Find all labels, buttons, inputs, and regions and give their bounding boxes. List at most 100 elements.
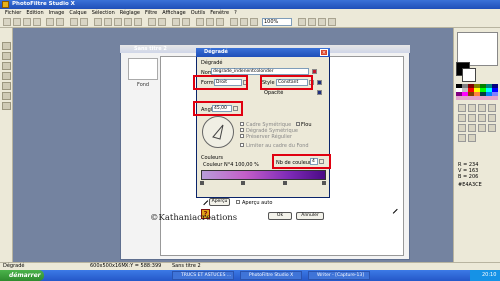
menu-item[interactable]: Calque bbox=[69, 9, 86, 17]
redo-icon[interactable] bbox=[56, 18, 64, 26]
annuler-button[interactable]: Annuler bbox=[296, 212, 324, 220]
paste-icon[interactable] bbox=[80, 18, 88, 26]
opt3-label: Préserver Régulier bbox=[246, 134, 292, 140]
hand-tool-icon[interactable] bbox=[468, 104, 476, 112]
menu-item[interactable]: Réglage bbox=[120, 9, 140, 17]
color-stop-4[interactable] bbox=[322, 181, 326, 185]
flip-icon[interactable] bbox=[182, 18, 190, 26]
grid-icon[interactable] bbox=[230, 18, 238, 26]
task-writer[interactable]: Writer - [Capture-13] bbox=[308, 271, 370, 280]
ruler-icon[interactable] bbox=[240, 18, 248, 26]
layer-label: Fond bbox=[137, 82, 150, 88]
copy-icon[interactable] bbox=[70, 18, 78, 26]
filter-icon[interactable] bbox=[94, 18, 102, 26]
opacite-label: Opacité bbox=[264, 90, 284, 96]
saturation-icon[interactable] bbox=[134, 18, 142, 26]
watermark: ©Kathaniacreations bbox=[150, 213, 238, 223]
fill-tool-icon[interactable] bbox=[468, 114, 476, 122]
fit-icon[interactable] bbox=[216, 18, 224, 26]
smudge-tool-icon[interactable] bbox=[468, 124, 476, 132]
gradient-tool-icon[interactable] bbox=[458, 134, 466, 142]
window-icon[interactable] bbox=[318, 18, 326, 26]
apercu-auto-label: Aperçu auto bbox=[242, 200, 273, 206]
nom-input[interactable]: degrade_indenentcolonder bbox=[211, 68, 309, 75]
magnify-icon[interactable] bbox=[250, 18, 258, 26]
pointer-tool-icon[interactable] bbox=[458, 104, 466, 112]
zoom-in-icon[interactable] bbox=[196, 18, 204, 26]
color-stop-3[interactable] bbox=[283, 181, 287, 185]
tool-icon[interactable] bbox=[2, 42, 11, 50]
help-icon[interactable] bbox=[328, 18, 336, 26]
print-icon[interactable] bbox=[33, 18, 41, 26]
menu-item[interactable]: Sélection bbox=[92, 9, 115, 17]
menu-item[interactable]: Image bbox=[49, 9, 65, 17]
style-swatch-icon[interactable] bbox=[317, 80, 322, 85]
flou-checkbox[interactable] bbox=[296, 122, 300, 126]
spray-tool-icon[interactable] bbox=[478, 114, 486, 122]
group-label: Dégradé bbox=[201, 60, 223, 66]
ok-button[interactable]: Ok bbox=[268, 212, 292, 220]
tool-icon[interactable] bbox=[2, 62, 11, 70]
zoom-select[interactable]: 100% bbox=[262, 18, 292, 26]
opacity-swatch-icon[interactable] bbox=[317, 90, 322, 95]
app-title: PhotoFiltre Studio X bbox=[12, 1, 75, 7]
background-color[interactable] bbox=[462, 68, 476, 82]
flou-label: Flou bbox=[301, 122, 312, 128]
opt3-checkbox[interactable] bbox=[240, 134, 244, 138]
opt1-checkbox[interactable] bbox=[240, 122, 244, 126]
menu-item[interactable]: Affichage bbox=[162, 9, 186, 17]
fullscreen-icon[interactable] bbox=[308, 18, 316, 26]
menu-item[interactable]: Fichier bbox=[5, 9, 21, 17]
rotate-icon[interactable] bbox=[172, 18, 180, 26]
shape-tool-icon[interactable] bbox=[468, 134, 476, 142]
menu-item[interactable]: ? bbox=[234, 9, 237, 17]
apercu-button[interactable]: Aperçu bbox=[209, 198, 230, 206]
tool-icon[interactable] bbox=[2, 82, 11, 90]
actual-size-icon[interactable] bbox=[298, 18, 306, 26]
wand-tool-icon[interactable] bbox=[488, 104, 496, 112]
task-photofiltre[interactable]: PhotoFiltre Studio X bbox=[240, 271, 302, 280]
tool-icon[interactable] bbox=[2, 102, 11, 110]
eraser-tool-icon[interactable] bbox=[488, 124, 496, 132]
color-b: B = 206 bbox=[458, 174, 479, 180]
opt2-checkbox[interactable] bbox=[240, 128, 244, 132]
undo-icon[interactable] bbox=[46, 18, 54, 26]
open-icon[interactable] bbox=[13, 18, 21, 26]
layer-thumbnail[interactable] bbox=[128, 58, 158, 80]
app-title-bar: PhotoFiltre Studio X bbox=[0, 0, 500, 9]
color-palette[interactable] bbox=[456, 84, 498, 100]
save-icon[interactable] bbox=[23, 18, 31, 26]
angle-dial[interactable] bbox=[202, 116, 234, 148]
menu-item[interactable]: Fenêtre bbox=[210, 9, 229, 17]
tool-icon[interactable] bbox=[2, 52, 11, 60]
menu-item[interactable]: Edition bbox=[26, 9, 43, 17]
adjust-icon[interactable] bbox=[104, 18, 112, 26]
opt4-checkbox[interactable] bbox=[240, 143, 244, 147]
line-tool-icon[interactable] bbox=[458, 114, 466, 122]
start-button[interactable]: démarrer bbox=[0, 270, 44, 281]
resize-icon[interactable] bbox=[158, 18, 166, 26]
gradient-bar[interactable] bbox=[201, 170, 326, 180]
menu-item[interactable]: Outils bbox=[191, 9, 205, 17]
tool-icon[interactable] bbox=[2, 92, 11, 100]
contrast-icon[interactable] bbox=[124, 18, 132, 26]
app-icon bbox=[2, 1, 9, 8]
apercu-auto-checkbox[interactable] bbox=[236, 200, 240, 204]
new-icon[interactable] bbox=[3, 18, 11, 26]
document-title: Sans titre 2 bbox=[134, 46, 167, 52]
status-tool: Dégradé bbox=[3, 263, 25, 269]
save-gradient-icon[interactable] bbox=[312, 69, 317, 74]
close-icon[interactable]: × bbox=[320, 49, 328, 56]
clone-tool-icon[interactable] bbox=[478, 124, 486, 132]
layer-icon[interactable] bbox=[148, 18, 156, 26]
brush-tool-icon[interactable] bbox=[488, 114, 496, 122]
color-stop-1[interactable] bbox=[200, 181, 204, 185]
tool-icon[interactable] bbox=[2, 72, 11, 80]
color-stop-2[interactable] bbox=[241, 181, 245, 185]
zoom-out-icon[interactable] bbox=[206, 18, 214, 26]
text-tool-icon[interactable] bbox=[478, 104, 486, 112]
brightness-icon[interactable] bbox=[114, 18, 122, 26]
menu-item[interactable]: Filtre bbox=[145, 9, 157, 17]
task-trucs[interactable]: TRUCS ET ASTUCES ... bbox=[172, 271, 234, 280]
blur-tool-icon[interactable] bbox=[458, 124, 466, 132]
